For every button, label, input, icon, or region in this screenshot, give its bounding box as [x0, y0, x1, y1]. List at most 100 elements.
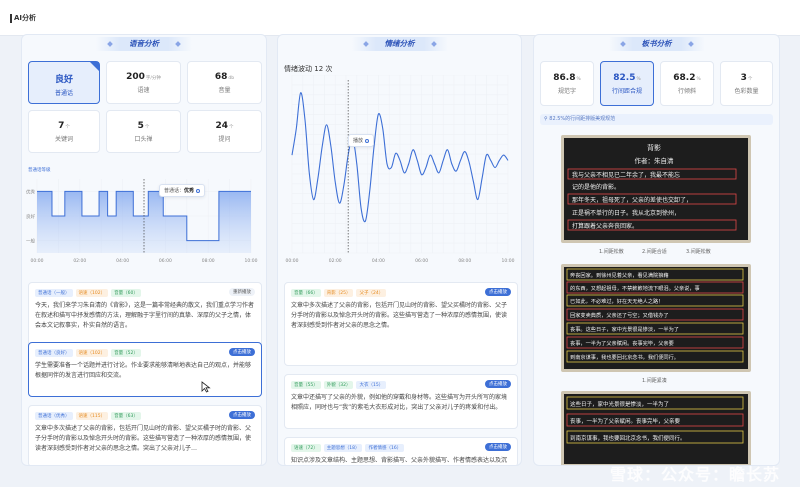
board-line: 回家变卖典质，父亲还了亏空；又借钱办了 [570, 311, 669, 319]
title-marker [10, 14, 12, 23]
board-line: 那年冬天，祖母死了，父亲的差使也交卸了， [572, 196, 692, 204]
x-tick-label: 04:00 [116, 258, 129, 264]
board-line: 丧事。这些日子，家中光景很是惨淡，一半为了 [570, 325, 679, 333]
stat-line-spacing[interactable]: 82.5% 行间距合规 [600, 61, 654, 106]
blackboard-image-1[interactable]: 背影 作者：朱自清 我与父亲不相见已二年余了，我最不能忘 记的是他的背影。 那年… [561, 135, 751, 243]
play-button[interactable]: 点击播放 [229, 411, 255, 419]
x-tick-label: 06:00 [415, 258, 428, 264]
blackboard-image-2[interactable]: 奔丧回家。到徐州见着父亲，看见满院狼藉 的东西，又想起祖母，不禁簌簌地流下眼泪。… [561, 264, 751, 372]
top-bar: AI分析 [0, 0, 800, 36]
mandarin-tooltip: 普通话：优秀 [159, 184, 206, 197]
caption: 1.间距松散 [599, 249, 624, 255]
segment-text: 知识点涉及文章结构、主题思想、背影描写、父亲外貌描写、作者情感表达以及沉淀描写等… [291, 457, 508, 464]
segment-text: 学生需要准备一个话题并进行讨论。作业要求能够清晰地表达自己的观点，并能够根据同伴… [35, 362, 252, 379]
stat-keywords[interactable]: 7个 关键词 [28, 110, 100, 153]
play-dot-icon [365, 139, 370, 143]
voice-segment-card-selected[interactable]: 普通话（良好） 语速（102） 音量（52） 点击播放 学生需要准备一个话题并进行讨… [28, 342, 262, 397]
x-tick-label: 00:00 [31, 258, 44, 264]
emotion-analysis-title: 情绪分析 [351, 37, 448, 51]
watermark: 雪球：公众号：瞻长苏 [609, 465, 780, 484]
board-line: 到南京谋事，我也要回北京念书，我们便同行。 [570, 434, 686, 442]
board-line: 作者：朱自清 [635, 156, 675, 165]
voice-segment-card[interactable]: 普通话（优秀） 语速（115） 音量（63） 点击播放 文章中多次描述了父亲的背影，… [28, 405, 262, 465]
emotion-analysis-panel: 情绪分析 情绪波动 12 次 00:00 02:00 04:00 06:00 08:00… [277, 34, 522, 466]
stat-volume[interactable]: 68db 音量 [187, 61, 262, 104]
board-line: 丧事，一半为了父亲赋闲。丧事完毕，父亲要 [570, 417, 681, 425]
emotion-segment-card[interactable]: 语速（72） 主题思想（18） 作者情感（16） 点击播放 知识点涉及文章结构、主题… [284, 437, 518, 465]
stat-pet-phrases[interactable]: 5个 口头禅 [106, 110, 181, 153]
voice-analysis-title: 语音分析 [96, 37, 192, 51]
x-tick-label: 06:00 [159, 258, 172, 264]
ribbon-diamond-icon [175, 41, 181, 47]
blackboard-writing-2: 奔丧回家。到徐州见着父亲，看见满院狼藉 的东西，又想起祖母，不禁簌簌地流下眼泪。… [564, 267, 748, 369]
page-title: AI分析 [14, 14, 37, 22]
segment-text: 今天，我们来学习朱自清的《背影》，这是一篇非常经典的散文，我们重点学习作者在叙述… [35, 302, 255, 329]
ribbon-diamond-icon [430, 41, 437, 47]
ribbon-diamond-icon [362, 41, 369, 47]
voice-analysis-panel: 语音分析 良好 普通话 200字/分钟 语速 68db 音量 7个 关键词 5个… [21, 34, 267, 466]
x-tick-label: 08:00 [202, 258, 215, 264]
x-tick-label: 02:00 [329, 258, 342, 264]
segment-text: 文章中还描写了父亲的外貌，例如他的穿戴和身材等。这些描写为开头所写的家境相照应，… [291, 394, 508, 411]
board-analysis-panel: 板书分析 86.8% 规范字 82.5% 行间距合规 68.2% 行倾斜 3个 … [533, 34, 780, 466]
x-tick-label: 02:00 [73, 258, 86, 264]
play-button[interactable]: 点击播放 [485, 288, 511, 296]
board-line: 背影 [647, 143, 661, 152]
x-tick-label: 08:00 [458, 258, 471, 264]
ribbon-diamond-icon [619, 41, 626, 47]
caption: 1.间距紧凑 [642, 378, 667, 384]
stat-questions[interactable]: 24个 提问 [187, 110, 262, 153]
segment-tags: 语速（72） 主题思想（18） 作者情感（16） [291, 444, 407, 452]
emotion-wave-chart: 00:00 02:00 04:00 06:00 08:00 10:00 [286, 75, 515, 264]
segment-tags: 音量（66） 背影（25） 父子（24） [291, 289, 389, 297]
replay-button[interactable]: 重新播放 [229, 288, 255, 296]
board-line: 奔丧回家。到徐州见着父亲，看见满院狼藉 [570, 271, 669, 279]
segment-tags: 普通话（良好） 语速（102） 音量（52） [35, 349, 144, 357]
play-button[interactable]: 点击播放 [485, 443, 511, 451]
emotion-tooltip: 播放 [348, 134, 375, 147]
blackboard-image-3[interactable]: 这些日子，家中光景很是惨淡，一半为了 丧事，一半为了父亲赋闲。丧事完毕，父亲要 … [561, 391, 751, 465]
board-line: 到南京谋事，我也要回北京念书，我们便同行。 [570, 353, 679, 361]
board-line: 丧事，一半为了父亲赋闲。丧事完毕，父亲要 [570, 339, 674, 347]
stat-color-count[interactable]: 3个 色彩数量 [720, 61, 773, 106]
board-line: 记的是他的背影。 [572, 183, 620, 191]
spacing-hint-banner: ⚲ 82.5%的行间距排版美观规范 [540, 114, 773, 125]
segment-tags: 普通话（一般） 语速（102） 音量（60） [35, 289, 144, 297]
caption: 2.间距合适 [642, 249, 667, 255]
play-dot-icon [196, 189, 201, 193]
stat-line-tilt[interactable]: 68.2% 行倾斜 [660, 61, 714, 106]
board-line: 打算跟着父亲奔丧回家。 [572, 222, 638, 230]
x-tick-label: 10:00 [245, 258, 258, 264]
board-line: 这些日子，家中光景很是惨淡，一半为了 [570, 400, 669, 408]
segment-tags: 普通话（优秀） 语速（115） 音量（63） [35, 412, 144, 420]
blackboard-writing-3: 这些日子，家中光景很是惨淡，一半为了 丧事，一半为了父亲赋闲。丧事完毕，父亲要 … [564, 394, 748, 464]
stat-standard-chars[interactable]: 86.8% 规范字 [540, 61, 594, 106]
play-button[interactable]: 点击播放 [229, 348, 255, 356]
y-tick-label: 一般 [26, 238, 35, 245]
x-tick-label: 00:00 [286, 258, 299, 264]
board-line: 的东西，又想起祖母，不禁簌簌地流下眼泪。父亲说，事 [570, 284, 700, 292]
segment-text: 文章中多次描述了父亲的背影，包括开门见山时的背影、望父买橘时的背影、父子分手时的… [291, 302, 508, 329]
board-analysis-title: 板书分析 [608, 37, 705, 51]
board-line: 我与父亲不相见已二年余了，我最不能忘 [572, 171, 680, 179]
y-tick-label: 良好 [26, 213, 35, 220]
ribbon-diamond-icon [107, 41, 113, 47]
stat-speed[interactable]: 200字/分钟 语速 [106, 61, 181, 104]
y-tick-label: 优秀 [26, 188, 35, 195]
stat-mandarin[interactable]: 良好 普通话 [28, 61, 100, 104]
segment-tags: 音量（55） 外貌（32） 大衣（15） [291, 381, 389, 389]
emotion-summary: 情绪波动 12 次 [284, 65, 333, 73]
selected-corner-icon [90, 62, 99, 71]
x-tick-label: 04:00 [372, 258, 385, 264]
board-line: 正是祸不单行的日子。我从北京到徐州， [572, 209, 680, 217]
x-tick-label: 10:00 [502, 258, 515, 264]
emotion-segment-card[interactable]: 音量（66） 背影（25） 父子（24） 点击播放 文章中多次描述了父亲的背影，包括… [284, 282, 518, 366]
blackboard-writing-1: 背影 作者：朱自清 我与父亲不相见已二年余了，我最不能忘 记的是他的背影。 那年… [564, 138, 748, 240]
play-button[interactable]: 点击播放 [485, 380, 511, 388]
segment-text: 文章中多次描述了父亲的背影，包括开门见山时的背影、望父买橘子时的背影、父子分手时… [35, 425, 252, 452]
emotion-segment-card[interactable]: 音量（55） 外貌（32） 大衣（15） 点击播放 文章中还描写了父亲的外貌，例如他… [284, 374, 518, 429]
mandarin-level-chart: 优秀良好一般 00:00 02:00 04:00 06:00 08:00 10:00 [26, 179, 258, 264]
caption: 3.间距松散 [686, 249, 711, 255]
ribbon-diamond-icon [687, 41, 694, 47]
mouse-cursor-icon [201, 381, 211, 393]
